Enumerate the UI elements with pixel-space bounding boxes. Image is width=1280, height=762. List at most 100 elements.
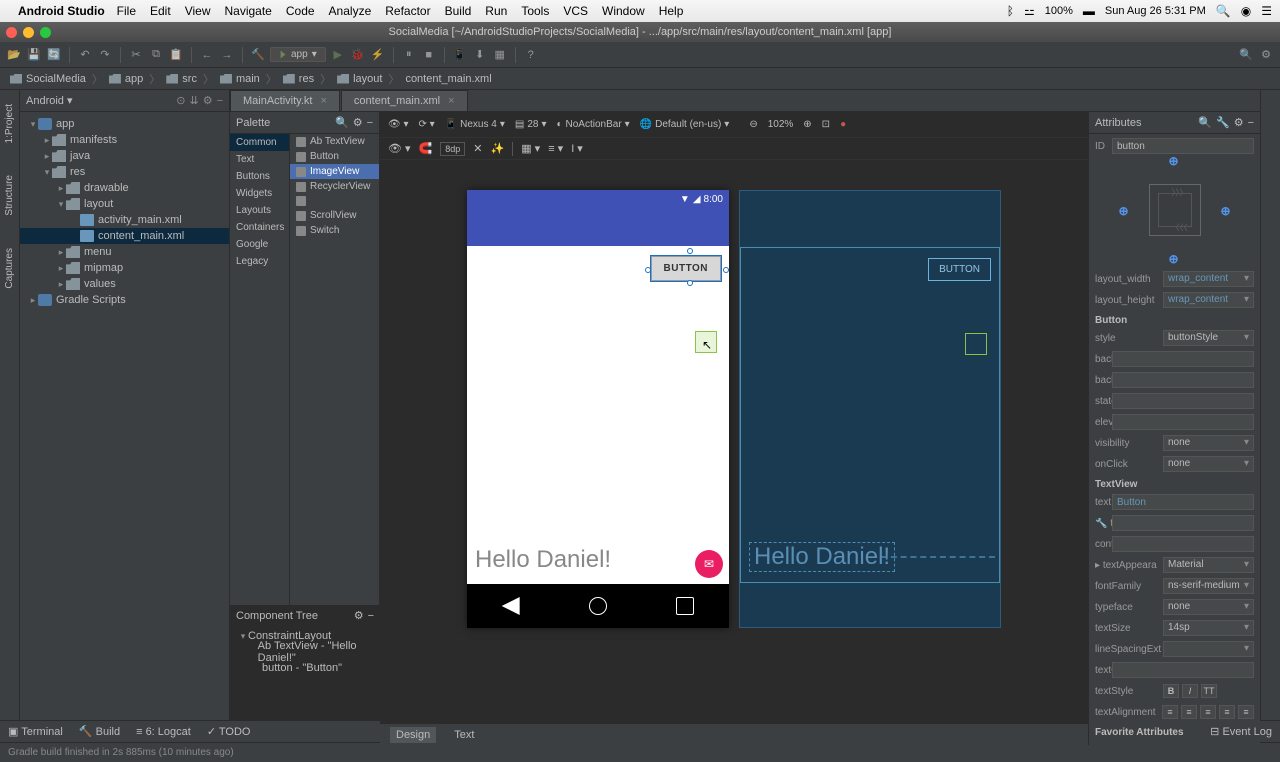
make-icon[interactable]: 🔨	[250, 47, 266, 63]
align-left-button[interactable]: ≡	[1181, 705, 1197, 719]
maximize-window-icon[interactable]	[40, 27, 51, 38]
tree-item[interactable]: ▸menu	[20, 244, 229, 260]
build-tab[interactable]: 🔨 Build	[79, 725, 120, 738]
align-icon[interactable]: ≡ ▾	[548, 142, 563, 155]
tree-item[interactable]: ▸manifests	[20, 132, 229, 148]
tree-item[interactable]: ▸java	[20, 148, 229, 164]
help-icon[interactable]: ?	[523, 47, 539, 63]
locale-dropdown[interactable]: 🌐 Default (en-us) ▾	[640, 119, 730, 130]
component-tree-item[interactable]: Ab TextView - "Hello Daniel!"	[230, 644, 380, 660]
menu-refactor[interactable]: Refactor	[385, 4, 430, 18]
save-icon[interactable]: 💾	[26, 47, 42, 63]
linespacing-dropdown[interactable]	[1163, 641, 1254, 657]
search-icon[interactable]: 🔍	[1238, 47, 1254, 63]
palette-item[interactable]: ImageView	[290, 164, 379, 179]
warnings-icon[interactable]: ●	[840, 119, 846, 130]
preview-textview-widget[interactable]: Hello Daniel!	[475, 546, 611, 574]
debug-icon[interactable]: 🐞	[350, 47, 366, 63]
constraint-widget[interactable]: ⊕ ⊕ ⊕ ⊕ 〉〉〉 〈〈〈	[1125, 160, 1225, 260]
project-collapse-icon[interactable]: ⇊	[189, 94, 198, 107]
guideline-icon[interactable]: I ▾	[571, 142, 583, 155]
project-settings-icon[interactable]: ⊙	[176, 94, 185, 107]
api-dropdown[interactable]: ▤ 28 ▾	[515, 119, 547, 130]
italic-button[interactable]: I	[1182, 684, 1198, 698]
palette-category[interactable]: Common	[230, 134, 289, 151]
attrs-search-icon[interactable]: 🔍	[1198, 116, 1212, 129]
close-window-icon[interactable]	[6, 27, 17, 38]
menu-help[interactable]: Help	[659, 4, 684, 18]
tree-item[interactable]: ▾res	[20, 164, 229, 180]
palette-hide-icon[interactable]: −	[367, 117, 373, 129]
text-input[interactable]	[1112, 494, 1254, 510]
forward-icon[interactable]: →	[219, 47, 235, 63]
ct-gear-icon[interactable]: ⚙	[354, 609, 364, 622]
layout-width-dropdown[interactable]: wrap_content	[1163, 271, 1254, 287]
allcaps-button[interactable]: TT	[1201, 684, 1217, 698]
statelistanim-input[interactable]	[1112, 393, 1254, 409]
run-config-dropdown[interactable]: app ▾	[270, 47, 326, 62]
menu-view[interactable]: View	[185, 4, 211, 18]
structure-icon[interactable]: ▦	[492, 47, 508, 63]
palette-item[interactable]: ScrollView	[290, 208, 379, 223]
menu-build[interactable]: Build	[445, 4, 472, 18]
constraint-left-icon[interactable]: ⊕	[1119, 204, 1129, 218]
bluetooth-icon[interactable]: ᛒ	[1007, 4, 1014, 18]
bp-button-widget[interactable]: BUTTON	[928, 258, 991, 281]
menu-file[interactable]: File	[117, 4, 136, 18]
close-icon[interactable]: ×	[320, 95, 326, 107]
textcolor-input[interactable]	[1112, 662, 1254, 678]
design-canvas[interactable]: ▼ ◢ 8:00 BUTTON	[380, 160, 1088, 723]
crumb-app[interactable]: app	[105, 73, 147, 85]
bp-imageview-widget[interactable]	[965, 333, 987, 355]
visibility-dropdown[interactable]: none	[1163, 435, 1254, 451]
open-icon[interactable]: 📂	[6, 47, 22, 63]
ct-hide-icon[interactable]: −	[368, 610, 374, 622]
constraint-top-icon[interactable]: ⊕	[1169, 154, 1179, 168]
attrs-wrench-icon[interactable]: 🔧	[1216, 116, 1230, 129]
palette-item[interactable]: Button	[290, 149, 379, 164]
crumb-res[interactable]: res	[279, 73, 318, 85]
menu-navigate[interactable]: Navigate	[224, 4, 271, 18]
preview-button-widget[interactable]: BUTTON	[651, 256, 721, 281]
siri-icon[interactable]: ◉	[1241, 4, 1251, 18]
view-mode-icon[interactable]: 👁 ▾	[388, 119, 409, 130]
cut-icon[interactable]: ✂	[128, 47, 144, 63]
tree-item[interactable]: activity_main.xml	[20, 212, 229, 228]
logcat-tab[interactable]: ≡ 6: Logcat	[136, 726, 191, 738]
onclick-dropdown[interactable]: none	[1163, 456, 1254, 472]
tree-item[interactable]: ▾layout	[20, 196, 229, 212]
textsize-dropdown[interactable]: 14sp	[1163, 620, 1254, 636]
menu-window[interactable]: Window	[602, 4, 645, 18]
palette-category[interactable]: Layouts	[230, 202, 289, 219]
orientation-icon[interactable]: ⟳ ▾	[419, 119, 435, 130]
layout-height-dropdown[interactable]: wrap_content	[1163, 292, 1254, 308]
project-tab[interactable]: 1:Project	[4, 98, 15, 149]
id-input[interactable]	[1112, 138, 1254, 154]
constraint-bottom-icon[interactable]: ⊕	[1169, 252, 1179, 266]
event-log-tab[interactable]: ⊟ Event Log	[1210, 725, 1272, 738]
stop-icon[interactable]: ■	[421, 47, 437, 63]
tab-contentmain[interactable]: content_main.xml×	[341, 90, 468, 111]
attach-debugger-icon[interactable]: ⏸	[401, 47, 417, 63]
fontfamily-dropdown[interactable]: ns-serif-medium	[1163, 578, 1254, 594]
palette-category[interactable]: Google	[230, 236, 289, 253]
structure-tab[interactable]: Structure	[4, 169, 15, 222]
back-icon[interactable]: ←	[199, 47, 215, 63]
theme-dropdown[interactable]: ◐ NoActionBar ▾	[556, 119, 629, 130]
bold-button[interactable]: B	[1163, 684, 1179, 698]
style-dropdown[interactable]: buttonStyle	[1163, 330, 1254, 346]
attrs-hide-icon[interactable]: −	[1248, 117, 1254, 129]
design-surface-icon[interactable]: 👁 ▾	[388, 142, 411, 155]
palette-category[interactable]: Containers	[230, 219, 289, 236]
tree-item[interactable]: ▸Gradle Scripts	[20, 292, 229, 308]
crumb-main[interactable]: main	[216, 73, 264, 85]
tree-item[interactable]: content_main.xml	[20, 228, 229, 244]
blueprint-preview[interactable]: BUTTON Hello Daniel!	[739, 190, 1001, 628]
constraint-right-icon[interactable]: ⊕	[1220, 204, 1230, 218]
sync-icon[interactable]: 🔄	[46, 47, 62, 63]
settings-icon[interactable]: ⚙	[1258, 47, 1274, 63]
menu-analyze[interactable]: Analyze	[329, 4, 372, 18]
palette-item[interactable]	[290, 194, 379, 208]
device-dropdown[interactable]: 📱 Nexus 4 ▾	[445, 119, 505, 130]
menu-run[interactable]: Run	[485, 4, 507, 18]
